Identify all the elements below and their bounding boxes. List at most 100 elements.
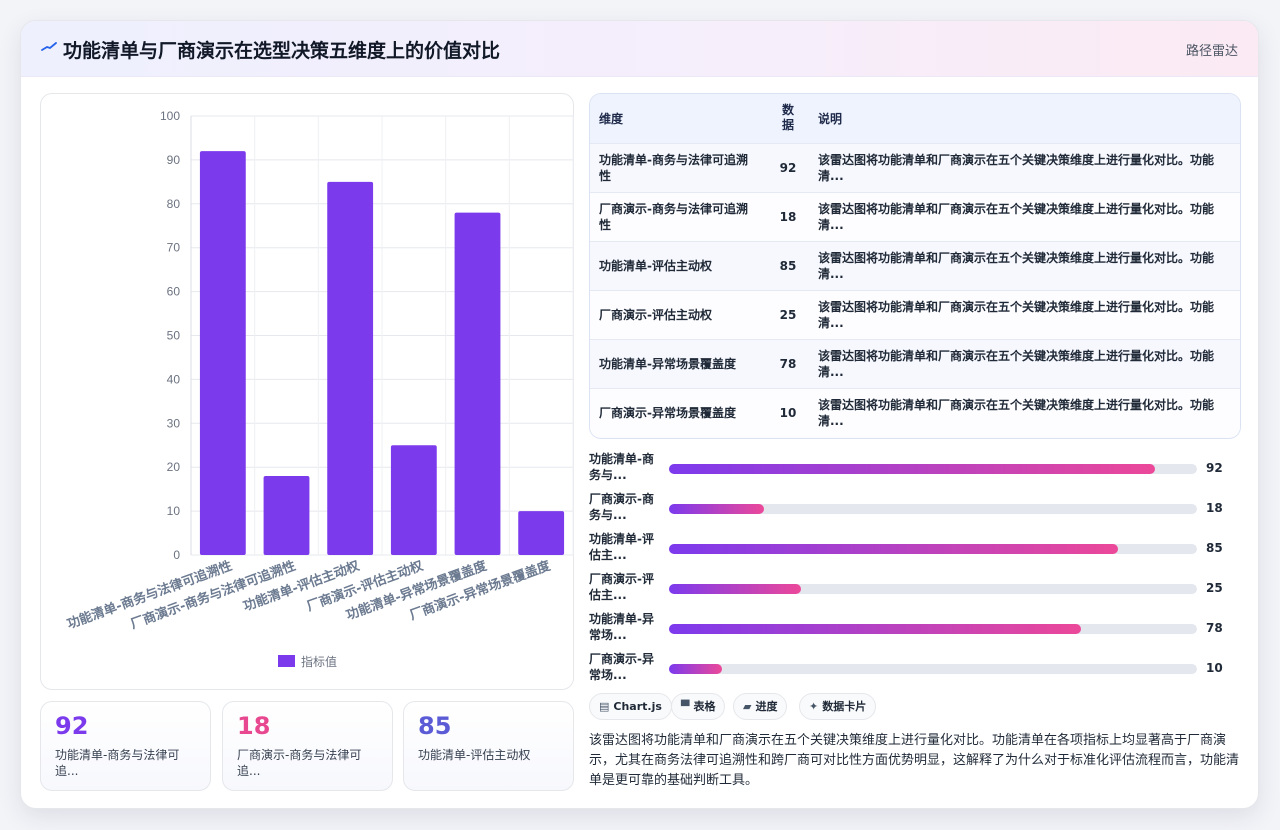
progress-label: 功能清单-异常场... — [589, 612, 654, 642]
signal-icon — [41, 42, 57, 51]
progress-fill — [669, 624, 1081, 634]
progress-row: 厂商演示-商务与... 18 — [589, 489, 1241, 529]
view-chip-table[interactable]: ▀ 表格 — [671, 693, 726, 720]
data-table: 维度 数据 说明 功能清单-商务与法律可追溯性 92 该雷达图将功能清单和厂商演示在… — [590, 94, 1240, 437]
bar — [327, 181, 374, 555]
y-tick-label: 30 — [167, 416, 181, 430]
cell-description: 该雷达图将功能清单和厂商演示在五个关键决策维度上进行量化对比。功能清... — [809, 289, 1240, 339]
cell-dimension: 厂商演示-评估主动权 — [590, 289, 767, 339]
progress-label: 功能清单-商务与... — [589, 452, 654, 482]
main-card: 功能清单与厂商演示在选型决策五维度上的价值对比 路径雷达 0 10 20 30 40 50… — [20, 20, 1259, 809]
y-tick-label: 80 — [167, 197, 181, 211]
progress-icon: ▰ — [743, 700, 752, 713]
table-row: 功能清单-评估主动权 85 该雷达图将功能清单和厂商演示在五个关键决策维度上进行量化… — [590, 240, 1240, 290]
cell-dimension: 功能清单-评估主动权 — [590, 240, 767, 290]
cell-dimension: 厂商演示-商务与法律可追溯性 — [590, 191, 767, 241]
y-tick-label: 70 — [167, 241, 181, 255]
column-header-value: 数据 — [767, 94, 809, 143]
bar — [199, 151, 246, 555]
cell-dimension: 厂商演示-异常场景覆盖度 — [590, 387, 767, 437]
progress-label: 厂商演示-商务与... — [589, 492, 654, 522]
chart-icon: ▤ — [599, 700, 610, 713]
progress-track — [669, 624, 1197, 634]
data-table-panel: 维度 数据 说明 功能清单-商务与法律可追溯性 92 该雷达图将功能清单和厂商演示在… — [589, 93, 1241, 439]
progress-track — [669, 504, 1197, 514]
progress-fill — [669, 464, 1155, 474]
table-icon: ▀ — [681, 700, 690, 713]
progress-value: 92 — [1206, 461, 1223, 475]
table-row: 厂商演示-商务与法律可追溯性 18 该雷达图将功能清单和厂商演示在五个关键决策维度上… — [590, 191, 1240, 241]
progress-value: 78 — [1206, 621, 1223, 635]
cell-description: 该雷达图将功能清单和厂商演示在五个关键决策维度上进行量化对比。功能清... — [809, 191, 1240, 241]
progress-row: 厂商演示-评估主... 25 — [589, 569, 1241, 609]
chip-label: 进度 — [755, 700, 778, 713]
stat-card: 18 厂商演示-商务与法律可追... — [222, 701, 393, 791]
column-header-value-text: 数据 — [781, 103, 794, 133]
table-row: 厂商演示-评估主动权 25 该雷达图将功能清单和厂商演示在五个关键决策维度上进行量化… — [590, 289, 1240, 339]
progress-fill — [669, 504, 765, 514]
progress-value: 25 — [1206, 581, 1223, 595]
bar — [263, 475, 310, 555]
bar — [454, 212, 501, 555]
cell-value: 92 — [767, 142, 809, 192]
stat-card: 85 功能清单-评估主动权 — [403, 701, 574, 791]
progress-row: 功能清单-商务与... 92 — [589, 449, 1241, 489]
cell-description: 该雷达图将功能清单和厂商演示在五个关键决策维度上进行量化对比。功能清... — [809, 240, 1240, 290]
bar-chart-panel: 0 10 20 30 40 50 60 70 80 90 100 功能清单-商务与法律可追溯性 厂商演示… — [40, 93, 574, 690]
progress-row: 功能清单-评估主... 85 — [589, 529, 1241, 569]
cell-value: 25 — [767, 289, 809, 339]
table-row: 功能清单-异常场景覆盖度 78 该雷达图将功能清单和厂商演示在五个关键决策维度上进行… — [590, 338, 1240, 388]
progress-value: 18 — [1206, 501, 1223, 515]
cell-description: 该雷达图将功能清单和厂商演示在五个关键决策维度上进行量化对比。功能清... — [809, 338, 1240, 388]
legend-swatch — [278, 655, 295, 667]
stat-value: 18 — [237, 712, 271, 740]
stat-label: 功能清单-商务与法律可追... — [55, 748, 180, 778]
cell-value: 10 — [767, 387, 809, 437]
header-bar: 功能清单与厂商演示在选型决策五维度上的价值对比 路径雷达 — [21, 21, 1258, 77]
progress-label: 功能清单-评估主... — [589, 532, 654, 562]
cell-value: 78 — [767, 338, 809, 388]
column-header-dimension: 维度 — [599, 111, 624, 126]
progress-row: 厂商演示-异常场... 10 — [589, 649, 1241, 689]
progress-track — [669, 584, 1197, 594]
progress-value: 10 — [1206, 661, 1223, 675]
column-header-description: 说明 — [818, 111, 843, 126]
chip-label: 数据卡片 — [822, 700, 867, 713]
y-tick-label: 0 — [173, 548, 180, 562]
chip-label: Chart.js — [613, 700, 662, 713]
table-row: 功能清单-商务与法律可追溯性 92 该雷达图将功能清单和厂商演示在五个关键决策维度上… — [590, 142, 1240, 192]
progress-fill — [669, 664, 722, 674]
progress-fill — [669, 544, 1118, 554]
summary-text: 该雷达图将功能清单和厂商演示在五个关键决策维度上进行量化对比。功能清单在各项指标… — [589, 733, 1240, 788]
stat-label: 功能清单-评估主动权 — [418, 748, 531, 762]
y-tick-label: 40 — [167, 372, 181, 386]
progress-fill — [669, 584, 801, 594]
legend-label: 指标值 — [301, 654, 337, 669]
bar — [390, 445, 437, 555]
cell-value: 18 — [767, 191, 809, 241]
table-header-row: 维度 数据 说明 — [590, 94, 1240, 143]
y-tick-label: 60 — [167, 285, 181, 299]
chip-label: 表格 — [693, 700, 716, 713]
sparkle-icon: ✦ — [809, 700, 819, 713]
cell-dimension: 功能清单-异常场景覆盖度 — [590, 338, 767, 388]
cell-description: 该雷达图将功能清单和厂商演示在五个关键决策维度上进行量化对比。功能清... — [809, 142, 1240, 192]
y-tick-label: 50 — [167, 329, 181, 343]
cell-dimension: 功能清单-商务与法律可追溯性 — [590, 142, 767, 192]
progress-track — [669, 664, 1197, 674]
view-chip-chart[interactable]: ▤ Chart.js — [589, 693, 672, 720]
view-chip-progress[interactable]: ▰ 进度 — [733, 693, 788, 720]
table-row: 厂商演示-异常场景覆盖度 10 该雷达图将功能清单和厂商演示在五个关键决策维度上进行… — [590, 387, 1240, 437]
progress-track — [669, 544, 1197, 554]
y-tick-label: 90 — [167, 153, 181, 167]
bar-chart: 0102030405060708090100功能清单-商务与法律可追溯性厂商演示… — [65, 109, 574, 669]
cell-value: 85 — [767, 240, 809, 290]
view-chip-sparkle[interactable]: ✦ 数据卡片 — [799, 693, 877, 720]
header-tag: 路径雷达 — [1185, 44, 1238, 59]
stat-value: 92 — [55, 712, 89, 740]
bar — [518, 511, 565, 555]
stat-value: 85 — [418, 712, 452, 740]
y-tick-label: 10 — [167, 504, 181, 518]
cell-description: 该雷达图将功能清单和厂商演示在五个关键决策维度上进行量化对比。功能清... — [809, 387, 1240, 437]
page-title: 功能清单与厂商演示在选型决策五维度上的价值对比 — [63, 40, 501, 62]
